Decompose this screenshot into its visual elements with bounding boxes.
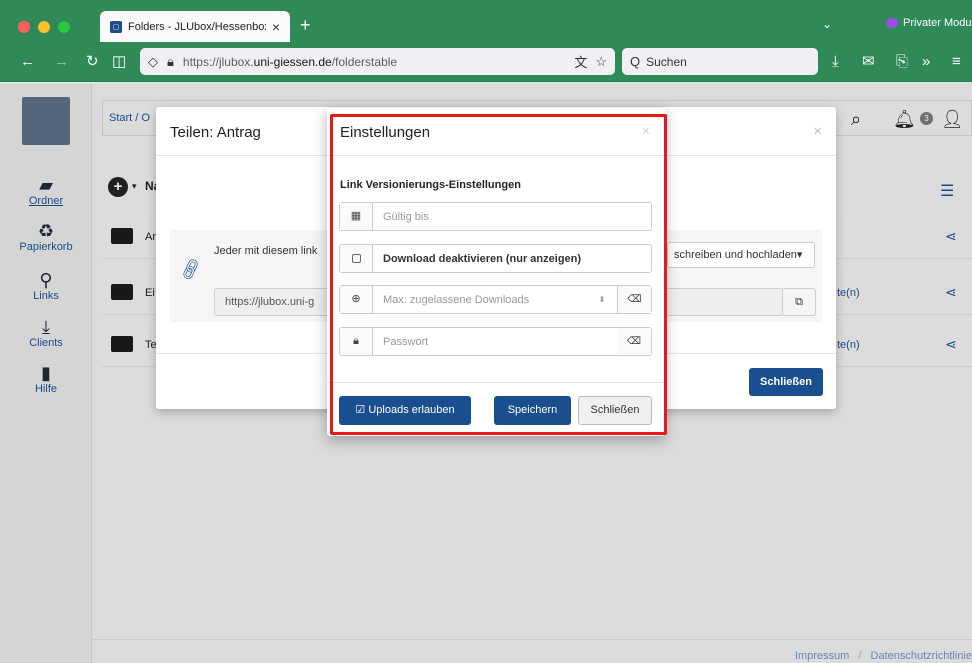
password-field[interactable]: 🔒︎ Passwort ⌫: [339, 327, 652, 356]
url-text[interactable]: https://jlubox.uni-giessen.de/folderstab…: [183, 55, 566, 69]
share-close-button[interactable]: Schließen: [749, 368, 823, 396]
search-placeholder: Suchen: [646, 54, 687, 69]
share-dialog-close-icon[interactable]: ×: [813, 123, 822, 140]
window-maximize-button[interactable]: [58, 21, 70, 33]
save-button[interactable]: Speichern: [494, 396, 571, 425]
copy-link-icon[interactable]: ⧉: [782, 288, 816, 316]
download-circle-icon: ⊕: [340, 286, 373, 313]
settings-close-button[interactable]: Schließen: [578, 396, 652, 425]
translate-icon[interactable]: 文: [574, 52, 587, 71]
browser-tab[interactable]: ▢ Folders - JLUbox/Hessenbox ×: [100, 11, 290, 42]
clear-password-icon[interactable]: ⌫: [617, 328, 651, 355]
divider: [327, 155, 665, 156]
menu-icon[interactable]: ≡: [952, 53, 961, 71]
private-mode-icon: [886, 18, 898, 28]
max-downloads-field[interactable]: ⊕ Max. zugelassene Downloads ⬍ ⌫: [339, 285, 652, 314]
downloads-icon[interactable]: ⤓: [832, 53, 839, 71]
sidebar-toggle-icon[interactable]: ◫: [112, 53, 126, 71]
reload-icon[interactable]: ↻: [86, 53, 99, 71]
max-downloads-input[interactable]: Max. zugelassene Downloads: [373, 294, 595, 306]
tab-list-chevron-icon[interactable]: ⌄: [822, 17, 832, 31]
mail-icon[interactable]: ✉: [862, 53, 875, 71]
tab-close-icon[interactable]: ×: [272, 19, 280, 35]
valid-until-field[interactable]: ▦ Gültig bis: [339, 202, 652, 231]
section-label: Link Versionierungs-Einstellungen: [340, 179, 521, 191]
overflow-icon[interactable]: »: [922, 53, 930, 71]
link-icon: 🔗︎: [177, 256, 205, 283]
share-everyone-label: Jeder mit diesem link: [214, 245, 318, 257]
private-mode-label: Privater Modus: [903, 17, 972, 29]
lock-icon[interactable]: 🔒︎: [167, 54, 174, 70]
search-icon: Q: [630, 54, 641, 69]
settings-dialog-title: Einstellungen: [340, 124, 431, 141]
checkbox-icon[interactable]: [351, 253, 361, 263]
settings-dialog: Einstellungen × Link Versionierungs-Eins…: [327, 108, 665, 436]
window-minimize-button[interactable]: [38, 21, 50, 33]
bookmark-star-icon[interactable]: ☆: [595, 54, 607, 70]
private-mode-indicator: Privater Modus: [886, 17, 972, 29]
clear-max-downloads-icon[interactable]: ⌫: [617, 286, 651, 313]
valid-until-placeholder[interactable]: Gültig bis: [373, 211, 651, 223]
search-input[interactable]: Q Suchen: [622, 48, 818, 75]
permission-select[interactable]: schreiben und hochladen▾: [667, 242, 815, 268]
forward-icon[interactable]: →: [54, 53, 69, 71]
tracking-shield-icon[interactable]: ◇: [148, 54, 158, 70]
new-tab-button[interactable]: +: [300, 15, 311, 36]
divider: [327, 382, 665, 383]
lock-icon: 🔒︎: [340, 328, 373, 355]
share-dialog-title: Teilen: Antrag: [170, 124, 261, 141]
download-disable-label: Download deaktivieren (nur anzeigen): [383, 252, 582, 265]
calendar-icon: ▦: [340, 203, 373, 230]
url-bar[interactable]: ◇ 🔒︎ https://jlubox.uni-giessen.de/folde…: [140, 48, 615, 75]
browser-titlebar: ▢ Folders - JLUbox/Hessenbox × + ⌄ Priva…: [0, 0, 972, 42]
password-input[interactable]: Passwort: [373, 336, 617, 348]
download-disable-checkbox[interactable]: [340, 245, 373, 272]
tab-title: Folders - JLUbox/Hessenbox: [128, 20, 266, 33]
allow-uploads-button[interactable]: ☑ Uploads erlauben: [339, 396, 471, 425]
extensions-icon[interactable]: ⎘: [896, 53, 908, 71]
settings-close-icon[interactable]: ×: [642, 123, 650, 138]
back-icon[interactable]: ←: [20, 53, 35, 71]
browser-navbar: ← → ↻ ◫ ◇ 🔒︎ https://jlubox.uni-giessen.…: [0, 42, 972, 82]
number-stepper-icon[interactable]: ⬍: [595, 295, 609, 304]
download-disable-field[interactable]: Download deaktivieren (nur anzeigen): [339, 244, 652, 273]
window-close-button[interactable]: [18, 21, 30, 33]
jlubox-favicon-icon: ▢: [110, 20, 122, 33]
